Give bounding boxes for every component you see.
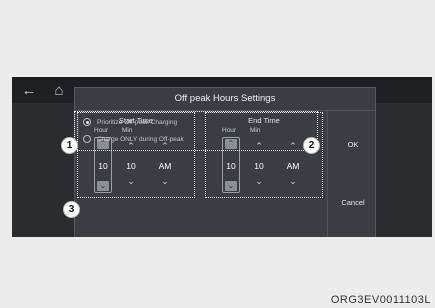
end-min-value: 10	[254, 161, 264, 171]
option-charge-only[interactable]: Charge ONLY during Off-peak	[83, 135, 184, 143]
off-peak-settings-dialog: Off peak Hours Settings Start Time Hour …	[74, 87, 376, 237]
end-hour-value: 10	[226, 161, 236, 171]
start-ampm-down-icon[interactable]: ⌄	[154, 175, 176, 187]
home-icon[interactable]: ⌂	[46, 77, 72, 103]
callout-2: 2	[303, 137, 320, 154]
cancel-button[interactable]: Cancel	[328, 198, 378, 207]
start-hour-value: 10	[98, 161, 108, 171]
callout-3: 3	[63, 201, 80, 218]
end-ampm-value: AM	[286, 161, 300, 171]
option-prioritize[interactable]: Prioritize Off-peak Charging	[83, 118, 177, 126]
radio-unselected-icon[interactable]	[83, 135, 91, 143]
chevron-down-icon[interactable]: ⌄	[97, 181, 109, 191]
end-min-down-icon[interactable]: ⌄	[248, 175, 270, 187]
ok-button[interactable]: OK	[328, 140, 378, 149]
vertical-divider	[327, 110, 328, 237]
dialog-title: Off peak Hours Settings	[75, 88, 375, 111]
option-charge-only-label: Charge ONLY during Off-peak	[97, 135, 184, 143]
start-min-value: 10	[126, 161, 136, 171]
callout-1: 1	[61, 137, 78, 154]
figure-code: ORG3EV0011103L	[330, 294, 431, 306]
radio-selected-icon[interactable]	[83, 118, 91, 126]
option-prioritize-label: Prioritize Off-peak Charging	[97, 118, 178, 126]
charging-options: Prioritize Off-peak Charging Charge ONLY…	[74, 111, 318, 151]
back-arrow-icon[interactable]: ←	[16, 77, 42, 103]
start-ampm-value: AM	[158, 161, 172, 171]
chevron-down-icon[interactable]: ⌄	[225, 181, 237, 191]
end-ampm-down-icon[interactable]: ⌄	[282, 175, 304, 187]
start-min-down-icon[interactable]: ⌄	[120, 175, 142, 187]
